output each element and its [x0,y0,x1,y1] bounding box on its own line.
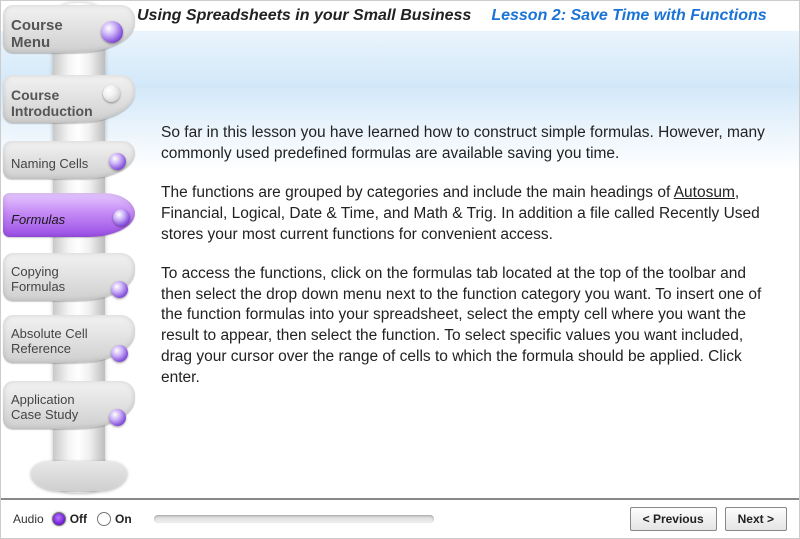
nav-item-label: Copying Formulas [11,265,101,295]
nav-item-label: Absolute Cell Reference [11,327,101,357]
lesson-content: So far in this lesson you have learned h… [161,123,775,407]
sidebar: Course Menu Course Introduction Naming C… [3,3,133,493]
content-paragraph-1: So far in this lesson you have learned h… [161,123,775,165]
nav-item-label: Course Menu [11,17,101,52]
content-paragraph-3: To access the functions, click on the fo… [161,264,775,390]
nav-dot-icon[interactable] [109,153,126,170]
nav-dot-icon[interactable] [109,409,126,426]
header: Using Spreadsheets in your Small Busines… [137,7,789,25]
nav-dot-icon[interactable] [103,85,120,102]
nav-item-formulas[interactable]: Formulas [3,207,131,234]
nav-item-label: Formulas [11,213,65,228]
previous-button[interactable]: < Previous [630,507,717,531]
nav-dot-icon[interactable] [111,345,128,362]
course-title: Using Spreadsheets in your Small Busines… [137,7,471,25]
content-paragraph-2: The functions are grouped by categories … [161,183,775,246]
footer: Audio Off On < Previous Next > [1,498,799,538]
nav-item-label: Course Introduction [11,87,101,119]
audio-on-radio[interactable] [97,512,111,526]
audio-on-label: On [115,512,132,526]
autosum-link[interactable]: Autosum [674,184,735,201]
next-button[interactable]: Next > [725,507,787,531]
nav-dot-icon[interactable] [101,21,123,43]
audio-label: Audio [13,512,44,526]
lesson-title: Lesson 2: Save Time with Functions [491,7,766,25]
audio-off-radio[interactable] [52,512,66,526]
nav-dot-icon[interactable] [111,281,128,298]
nav-item-label: Application Case Study [11,393,101,423]
sidebar-pillar-base [31,461,127,491]
nav-item-label: Naming Cells [11,157,88,172]
progress-bar[interactable] [154,515,434,523]
audio-off-label: Off [70,512,87,526]
nav-dot-icon[interactable] [113,209,130,226]
content-text: The functions are grouped by categories … [161,184,674,201]
